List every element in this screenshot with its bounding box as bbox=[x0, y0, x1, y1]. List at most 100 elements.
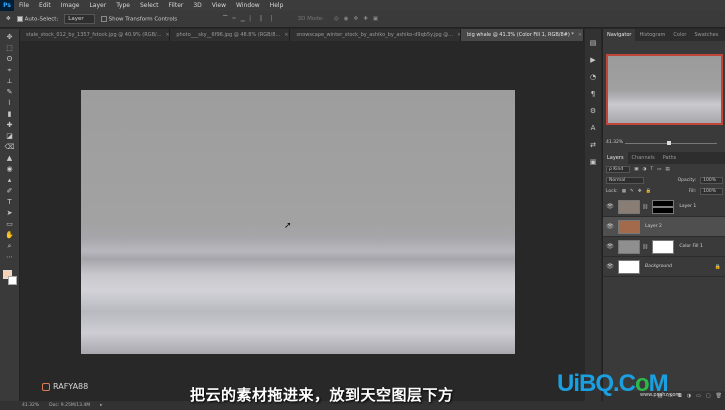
blend-mode-dropdown[interactable]: Normal bbox=[606, 177, 645, 184]
tab-histogram[interactable]: Histogram bbox=[635, 29, 669, 41]
zoom-slider-knob[interactable] bbox=[667, 141, 672, 145]
menu-item-view[interactable]: View bbox=[207, 2, 231, 9]
align-bottom-icon[interactable]: ▁ bbox=[241, 16, 245, 22]
tab-swatches[interactable]: Swatches bbox=[690, 29, 722, 41]
rectangle-tool-icon[interactable]: ▭ bbox=[3, 220, 17, 229]
layer-row[interactable]: 👁 ⛓ Layer 1 bbox=[603, 197, 725, 217]
menu-item-select[interactable]: Select bbox=[135, 2, 164, 9]
3d-pan-icon[interactable]: ✥ bbox=[354, 16, 359, 22]
filter-pixel-icon[interactable]: ▣ bbox=[634, 167, 638, 172]
zoom-tool-icon[interactable]: ⌕ bbox=[3, 242, 17, 251]
canvas-area[interactable]: ➚ bbox=[21, 41, 584, 401]
menu-item-layer[interactable]: Layer bbox=[84, 2, 111, 9]
3d-rotate-icon[interactable]: ◎ bbox=[334, 16, 339, 22]
opacity-input[interactable]: 100% bbox=[700, 177, 723, 184]
filter-smart-icon[interactable]: ▤ bbox=[665, 167, 669, 172]
align-icons[interactable]: ▔ ═ ▁ ▏ ║ ▕ bbox=[223, 16, 272, 22]
close-tab-icon[interactable]: × bbox=[284, 32, 288, 38]
3d-mode-icons[interactable]: ◎ ◉ ✥ ✚ ▣ bbox=[334, 16, 378, 22]
visibility-eye-icon[interactable]: 👁 bbox=[605, 223, 615, 230]
adjustment-layer-icon[interactable]: ◑ bbox=[687, 393, 691, 399]
filter-adjustment-icon[interactable]: ◑ bbox=[642, 167, 646, 172]
history-brush-icon[interactable]: ◪ bbox=[3, 132, 17, 141]
new-group-icon[interactable]: ▭ bbox=[696, 393, 701, 399]
move-tool-icon[interactable]: ✥ bbox=[3, 33, 17, 42]
align-left-icon[interactable]: ▏ bbox=[250, 16, 254, 22]
document-canvas[interactable] bbox=[81, 90, 515, 354]
clone-stamp-icon[interactable]: ✚ bbox=[3, 121, 17, 130]
status-zoom[interactable]: 41.32% bbox=[22, 403, 39, 408]
crop-tool-icon[interactable]: ⟂ bbox=[3, 77, 17, 86]
tab-navigator[interactable]: Navigator bbox=[603, 29, 636, 41]
menu-item-window[interactable]: Window bbox=[231, 2, 265, 9]
visibility-eye-icon[interactable]: 👁 bbox=[605, 263, 615, 270]
properties-icon[interactable]: ⚙ bbox=[589, 107, 598, 116]
align-top-icon[interactable]: ▔ bbox=[223, 16, 227, 22]
layer-row[interactable]: 👁 Layer 2 bbox=[603, 217, 725, 237]
move-tool-icon[interactable]: ✥ bbox=[6, 16, 11, 22]
pen-tool-icon[interactable]: ✐ bbox=[3, 187, 17, 196]
3d-slide-icon[interactable]: ✚ bbox=[363, 16, 368, 22]
tab-channels[interactable]: Channels bbox=[628, 152, 659, 164]
eraser-tool-icon[interactable]: ⌫ bbox=[3, 143, 17, 152]
lock-transparent-icon[interactable]: ▦ bbox=[622, 189, 626, 194]
adjustments-icon[interactable]: ⇄ bbox=[589, 141, 598, 150]
healing-brush-icon[interactable]: ⌇ bbox=[3, 99, 17, 108]
3d-scale-icon[interactable]: ▣ bbox=[373, 16, 378, 22]
document-tab[interactable]: photo___sky__6f96.jpg @ 48.8% (RGB/8... × bbox=[170, 29, 291, 41]
dodge-tool-icon[interactable]: ▴ bbox=[3, 176, 17, 185]
new-layer-icon[interactable]: ▢ bbox=[706, 393, 711, 399]
menu-item-filter[interactable]: Filter bbox=[164, 2, 189, 9]
lock-pixels-icon[interactable]: ✎ bbox=[630, 189, 634, 194]
layer-filter-kind[interactable]: ρ Kind bbox=[606, 166, 631, 173]
marquee-tool-icon[interactable]: ⬚ bbox=[3, 44, 17, 53]
close-tab-icon[interactable]: × bbox=[165, 32, 169, 38]
fill-input[interactable]: 100% bbox=[700, 188, 723, 195]
navigator-zoom-value[interactable]: 41.32% bbox=[606, 140, 623, 145]
layer-mask-thumbnail[interactable] bbox=[652, 199, 675, 214]
auto-select-checkbox[interactable]: Auto-Select: bbox=[16, 15, 58, 22]
3d-roll-icon[interactable]: ◉ bbox=[344, 16, 349, 22]
gradient-tool-icon[interactable]: ▲ bbox=[3, 154, 17, 163]
status-arrow-icon[interactable]: ▸ bbox=[100, 403, 102, 408]
tab-color[interactable]: Color bbox=[669, 29, 690, 41]
delete-layer-icon[interactable]: 🗑 bbox=[716, 393, 722, 399]
menu-item-file[interactable]: File bbox=[14, 2, 34, 9]
layer-row[interactable]: 👁 Background 🔒 bbox=[603, 257, 725, 277]
menu-item-image[interactable]: Image bbox=[56, 2, 85, 9]
blur-tool-icon[interactable]: ◉ bbox=[3, 165, 17, 174]
character-icon[interactable]: A bbox=[589, 124, 598, 133]
visibility-eye-icon[interactable]: 👁 bbox=[605, 203, 615, 210]
libraries-icon[interactable]: ▣ bbox=[589, 158, 598, 167]
lasso-tool-icon[interactable]: ʘ bbox=[3, 55, 17, 64]
filter-shape-icon[interactable]: ▭ bbox=[657, 167, 661, 172]
navigator-preview[interactable] bbox=[606, 54, 723, 125]
color-swatches[interactable] bbox=[2, 270, 17, 286]
lock-all-icon[interactable]: 🔒 bbox=[646, 189, 652, 194]
eyedropper-tool-icon[interactable]: ✎ bbox=[3, 88, 17, 97]
filter-type-icon[interactable]: T bbox=[650, 167, 653, 172]
type-tool-icon[interactable]: T bbox=[3, 198, 17, 207]
menu-item-help[interactable]: Help bbox=[265, 2, 289, 9]
navigator-zoom-slider[interactable] bbox=[625, 141, 717, 145]
color-wheel-icon[interactable]: ◔ bbox=[589, 73, 598, 82]
mask-link-icon[interactable]: ⛓ bbox=[642, 244, 648, 250]
document-tab[interactable]: big whale @ 41.3% (Color Fill 1, RGB/8#)… bbox=[461, 29, 584, 41]
auto-select-dropdown[interactable]: Layer bbox=[64, 14, 95, 24]
hand-tool-icon[interactable]: ✋ bbox=[3, 231, 17, 240]
visibility-eye-icon[interactable]: 👁 bbox=[605, 243, 615, 250]
close-tab-icon[interactable]: × bbox=[578, 32, 582, 38]
document-tab[interactable]: snowscape_winter_stock_by_ashiko_by_ashi… bbox=[290, 29, 461, 41]
background-color-swatch[interactable] bbox=[7, 276, 17, 285]
quick-select-tool-icon[interactable]: ⌖ bbox=[3, 66, 17, 75]
document-tab[interactable]: stale_stock_012_by_1357_fstock.jpg @ 40.… bbox=[20, 29, 171, 41]
mask-link-icon[interactable]: ⛓ bbox=[642, 204, 648, 210]
more-tools-icon[interactable]: ⋯ bbox=[3, 253, 17, 262]
layers-panel-icon[interactable]: ▤ bbox=[589, 39, 598, 48]
menu-item-3d[interactable]: 3D bbox=[188, 2, 206, 9]
paragraph-icon[interactable]: ¶ bbox=[589, 90, 598, 99]
align-center-icon[interactable]: ║ bbox=[259, 16, 262, 22]
tab-layers[interactable]: Layers bbox=[603, 152, 628, 164]
align-middle-icon[interactable]: ═ bbox=[232, 16, 235, 22]
actions-play-icon[interactable]: ▶ bbox=[589, 56, 598, 65]
